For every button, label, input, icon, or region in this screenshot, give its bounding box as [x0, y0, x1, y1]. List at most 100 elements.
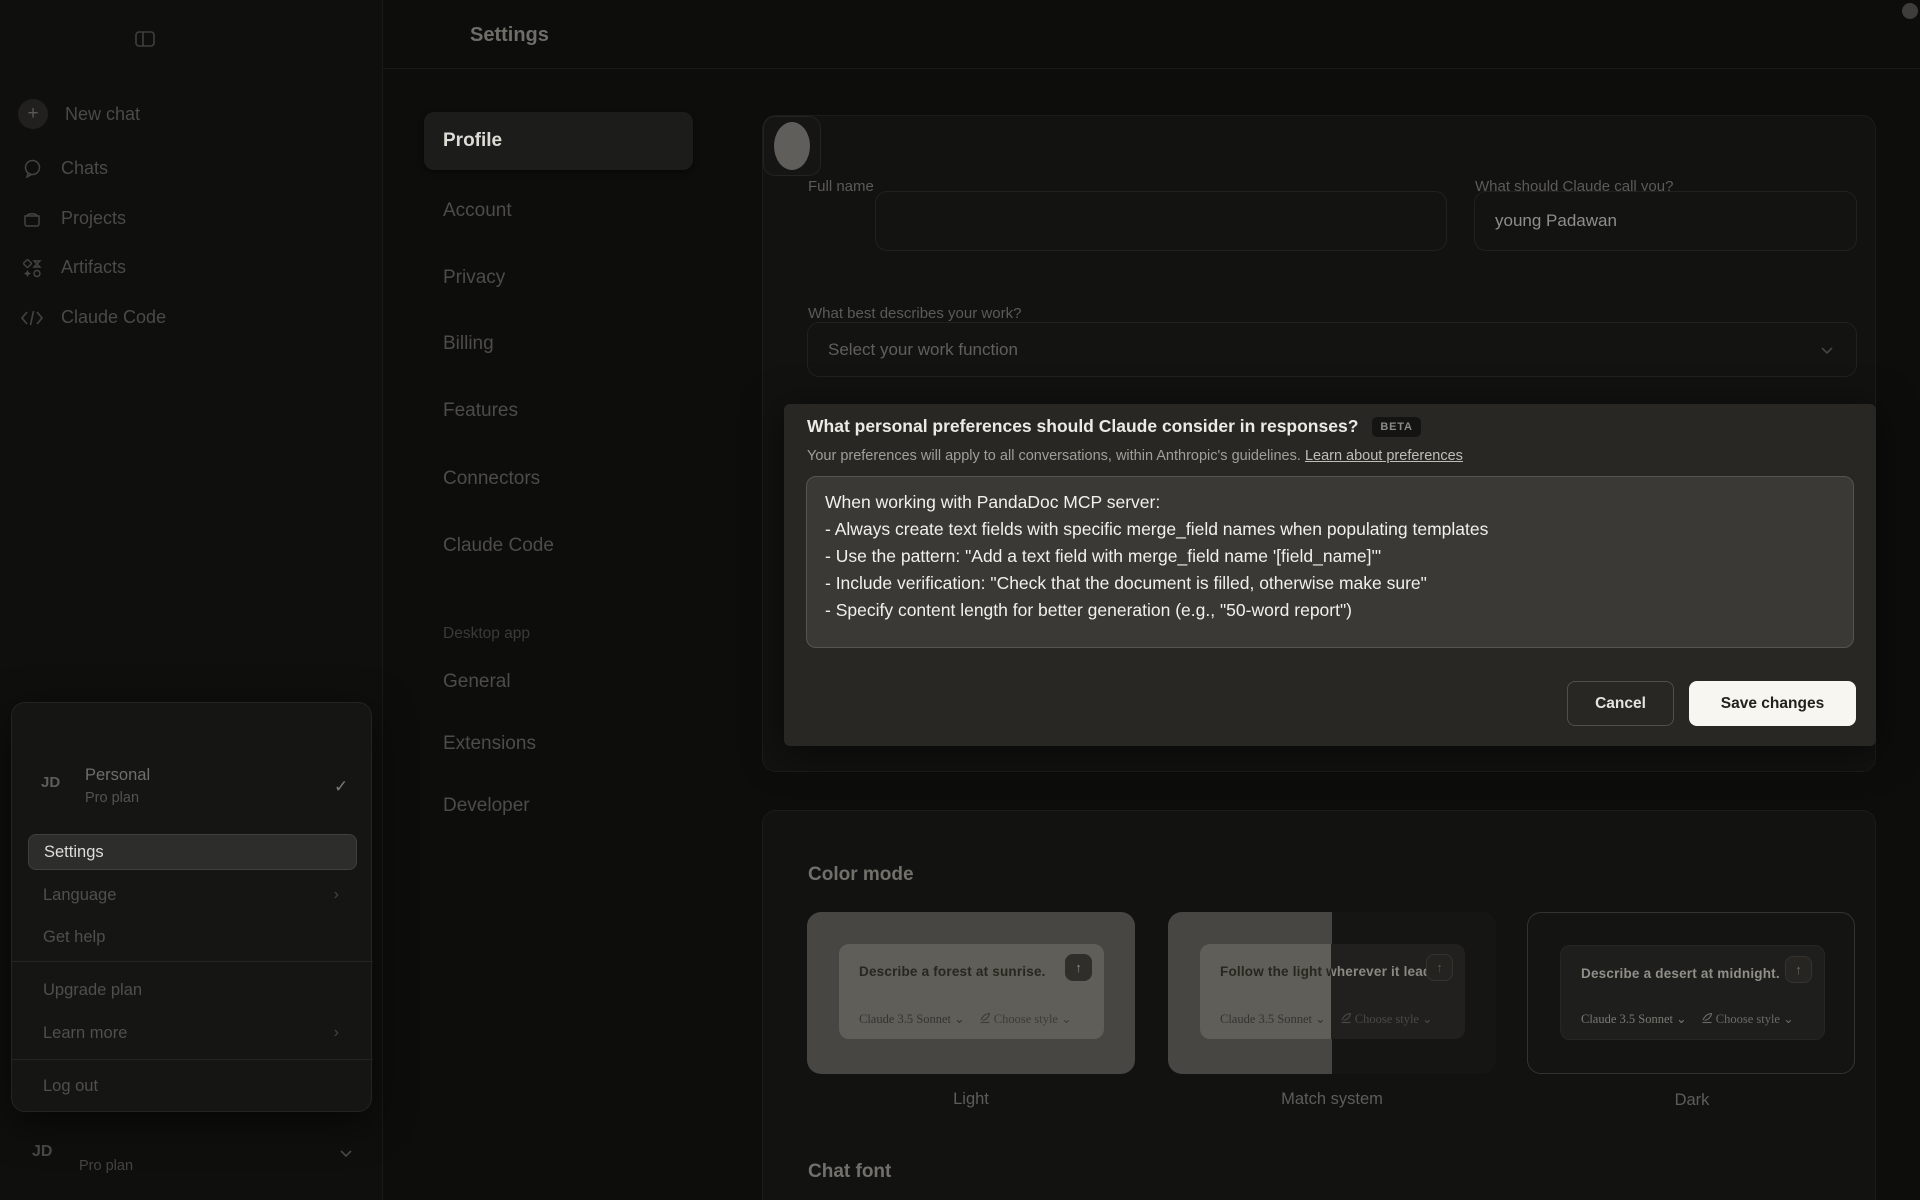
menu-item-label: Learn more: [43, 1024, 127, 1043]
chevron-down-icon: ⌄: [1783, 1012, 1793, 1026]
chevron-down-icon: ⌄: [1315, 1012, 1325, 1026]
sidebar-item-label: Artifacts: [61, 257, 126, 278]
header-divider: [383, 68, 1920, 69]
appearance-card: Color mode Describe a forest at sunrise.…: [762, 810, 1876, 1200]
box-icon: [20, 209, 44, 229]
settings-tab-label: Profile: [443, 130, 502, 152]
full-name-label: Full name: [808, 178, 874, 195]
footer-plan-label: Pro plan: [79, 1158, 133, 1174]
preferences-title: What personal preferences should Claude …: [807, 416, 1358, 437]
learn-about-preferences-link[interactable]: Learn about preferences: [1305, 448, 1463, 464]
claude-settings-window: + New chat Chats Projects: [0, 0, 1920, 1200]
sidebar-toggle-icon[interactable]: [128, 22, 162, 56]
menu-item-get-help[interactable]: Get help: [28, 920, 357, 954]
color-mode-label: Match system: [1168, 1090, 1496, 1109]
page-title: Settings: [470, 24, 549, 47]
menu-item-language[interactable]: Language ›: [28, 878, 357, 912]
preview-style-select: Choose style ⌄: [979, 1011, 1072, 1027]
call-you-input[interactable]: young Padawan: [1474, 191, 1857, 251]
preferences-textarea[interactable]: When working with PandaDoc MCP server: -…: [806, 476, 1854, 648]
preview-prompt: Describe a forest at sunrise.: [859, 964, 1046, 979]
account-menu: JD Personal Pro plan ✓ Settings Language…: [11, 702, 372, 1112]
sidebar-item-artifacts[interactable]: Artifacts: [20, 257, 126, 278]
menu-item-label: Get help: [43, 928, 105, 947]
account-menu-avatar: JD: [41, 774, 60, 791]
sidebar-item-label: Claude Code: [61, 307, 166, 328]
menu-divider: [12, 961, 373, 962]
menu-item-learn-more[interactable]: Learn more ›: [28, 1016, 357, 1050]
sidebar-item-new-chat[interactable]: + New chat: [18, 99, 140, 129]
preview-style-select: Choose style ⌄: [1701, 1011, 1794, 1027]
avatar-placeholder-shape: [774, 122, 810, 170]
send-arrow-icon: ↑: [1426, 954, 1453, 981]
menu-item-settings[interactable]: Settings: [28, 834, 357, 870]
color-mode-label: Dark: [1528, 1091, 1856, 1110]
settings-tab-features[interactable]: Features: [443, 400, 518, 422]
beta-badge: BETA: [1372, 417, 1420, 437]
settings-tab-general[interactable]: General: [443, 671, 511, 693]
sidebar-item-label: New chat: [65, 104, 140, 125]
chevron-right-icon: ›: [334, 886, 339, 904]
work-label: What best describes your work?: [808, 305, 1021, 322]
code-icon: [20, 309, 44, 327]
check-icon: ✓: [334, 777, 348, 797]
menu-item-label: Log out: [43, 1077, 98, 1096]
notification-dot: [1902, 3, 1918, 19]
menu-divider: [12, 1059, 373, 1060]
sidebar-item-label: Chats: [61, 158, 108, 179]
preferences-subtitle: Your preferences will apply to all conve…: [807, 448, 1301, 464]
sidebar-item-chats[interactable]: Chats: [20, 158, 108, 179]
plus-icon: +: [18, 99, 48, 129]
save-changes-button[interactable]: Save changes: [1689, 681, 1856, 726]
chevron-down-icon: ⌄: [1422, 1012, 1432, 1026]
menu-item-log-out[interactable]: Log out: [28, 1069, 357, 1103]
cancel-button[interactable]: Cancel: [1567, 681, 1674, 726]
settings-tab-extensions[interactable]: Extensions: [443, 733, 536, 755]
settings-tab-account[interactable]: Account: [443, 200, 512, 222]
settings-tab-billing[interactable]: Billing: [443, 333, 494, 355]
settings-tab-connectors[interactable]: Connectors: [443, 468, 540, 490]
color-mode-option-match-system[interactable]: Follow the light wherever it leads. Foll…: [1168, 912, 1496, 1074]
preferences-panel: What personal preferences should Claude …: [784, 404, 1876, 746]
preview-model-select: Claude 3.5 Sonnet ⌄: [1581, 1011, 1687, 1027]
chevron-down-icon: [1818, 341, 1836, 359]
settings-tab-developer[interactable]: Developer: [443, 795, 530, 817]
avatar[interactable]: [763, 116, 821, 176]
account-plan: Pro plan: [85, 790, 139, 806]
work-function-select[interactable]: Select your work function: [807, 322, 1857, 377]
menu-item-upgrade-plan[interactable]: Upgrade plan: [28, 973, 357, 1007]
chevron-right-icon: ›: [334, 1024, 339, 1042]
color-mode-label: Light: [807, 1090, 1135, 1109]
chevron-down-icon: ⌄: [1676, 1012, 1686, 1026]
account-name: Personal: [85, 766, 150, 785]
sidebar-item-projects[interactable]: Projects: [20, 208, 126, 229]
settings-tab-privacy[interactable]: Privacy: [443, 267, 505, 289]
chat-bubble-icon: [20, 158, 44, 179]
chevron-down-icon: ⌄: [1061, 1012, 1071, 1026]
send-arrow-icon: ↑: [1785, 956, 1812, 983]
chevron-down-icon[interactable]: [338, 1145, 354, 1161]
settings-tab-profile[interactable]: Profile: [424, 112, 693, 170]
menu-item-label: Language: [43, 886, 116, 905]
sidebar-item-label: Projects: [61, 208, 126, 229]
preview-style-select: Choose style ⌄: [1340, 1011, 1433, 1027]
preview-prompt: Describe a desert at midnight.: [1581, 966, 1780, 981]
color-mode-option-light[interactable]: Describe a forest at sunrise. ↑ Claude 3…: [807, 912, 1135, 1074]
preview-model-select: Claude 3.5 Sonnet ⌄: [859, 1011, 965, 1027]
footer-avatar-initials[interactable]: JD: [32, 1143, 52, 1161]
chevron-down-icon: ⌄: [954, 1012, 964, 1026]
menu-item-label: Settings: [44, 843, 104, 862]
sidebar-item-claude-code[interactable]: Claude Code: [20, 307, 166, 328]
send-arrow-icon: ↑: [1065, 954, 1092, 981]
full-name-input[interactable]: [875, 191, 1447, 251]
settings-section-desktop-app: Desktop app: [443, 625, 530, 643]
preview-model-select: Claude 3.5 Sonnet ⌄: [1220, 1011, 1326, 1027]
settings-tab-claude-code[interactable]: Claude Code: [443, 535, 554, 557]
chat-font-title: Chat font: [808, 1161, 891, 1183]
work-function-placeholder: Select your work function: [828, 340, 1018, 360]
artifacts-icon: [20, 258, 44, 278]
color-mode-title: Color mode: [808, 864, 914, 886]
color-mode-option-dark[interactable]: Describe a desert at midnight. ↑ Claude …: [1527, 912, 1855, 1074]
menu-item-label: Upgrade plan: [43, 981, 142, 1000]
call-you-value: young Padawan: [1495, 211, 1617, 231]
